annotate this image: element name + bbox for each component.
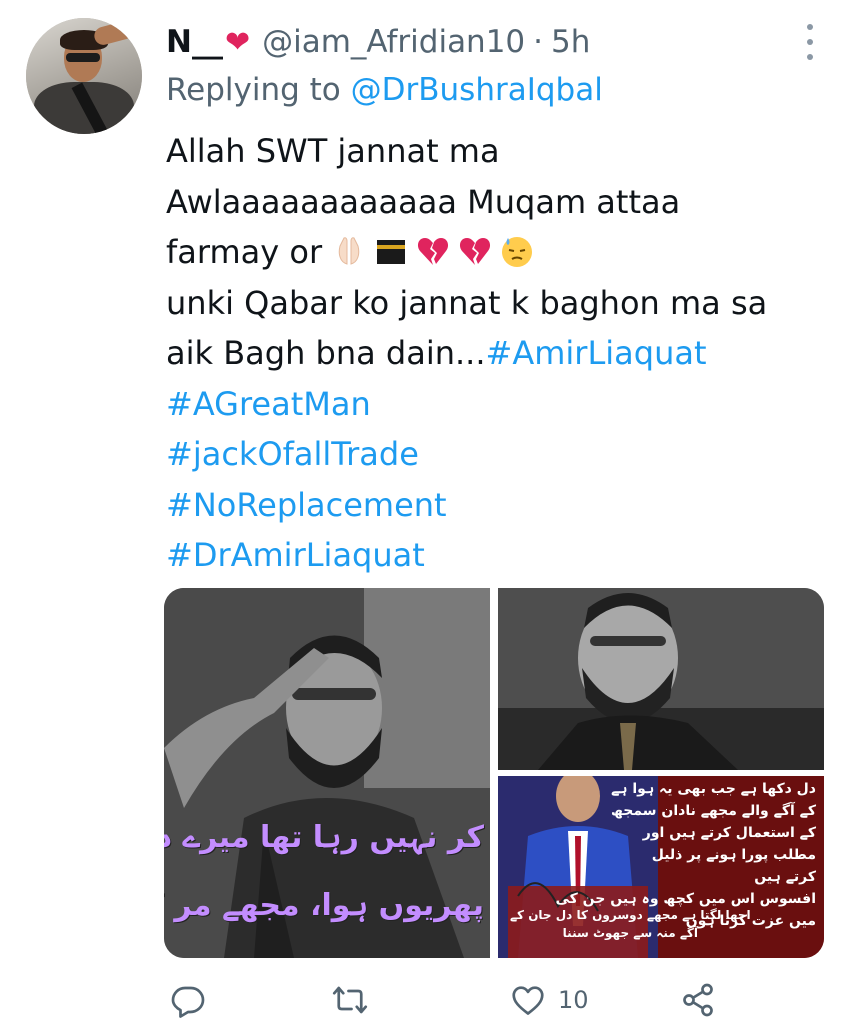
avatar[interactable] [26, 18, 142, 134]
retweet-button[interactable] [332, 978, 368, 1022]
tweet-header: N__ ❤ @iam_Afridian10 · 5h [166, 20, 789, 64]
poster-text-line: کے آگے والے مجھے نادان سمجھ [610, 803, 816, 819]
poster-text-line: اچھا لگتا ہے مجھے دوسروں کا دل جان کے [510, 908, 751, 922]
user-handle[interactable]: @iam_Afridian10 [262, 24, 525, 60]
tweet-text-line: farmay or [166, 227, 806, 278]
image-caption-line: کر نہیں رہا تھا میرے درد کا یہ [164, 820, 484, 855]
tweet-actions: 10 [160, 978, 740, 1022]
poster-text-left: اچھا لگتا ہے مجھے دوسروں کا دل جان کے آگ… [510, 906, 751, 942]
tweet-text: Allah SWT jannat ma Awlaaaaaaaaaaaa Muqa… [166, 126, 806, 581]
tweet-text-line: #jackOfallTrade [166, 429, 806, 480]
hashtag-link[interactable]: #AGreatMan [166, 385, 371, 423]
poster-text-line: کے استعمال کرتے ہیں اور [642, 825, 816, 841]
hashtag-link[interactable]: #AmirLiaquat [486, 334, 707, 372]
kaaba-emoji [377, 240, 406, 264]
poster-text-line: آگے منہ سے جھوٹ سننا [562, 926, 698, 940]
share-button[interactable] [680, 978, 716, 1022]
hashtag-link[interactable]: #jackOfallTrade [166, 435, 419, 473]
share-icon [683, 983, 713, 1017]
broken-heart-emoji [418, 238, 449, 265]
tweet-text-line: unki Qabar ko jannat k baghon ma sa [166, 278, 806, 329]
media-image-2[interactable] [498, 588, 824, 770]
media-image-1[interactable]: کر نہیں رہا تھا میرے درد کا یہ پھریوں ہو… [164, 588, 490, 958]
image-caption-line: پھریوں ہوا، مجھے مر کر دکھانا پڑا [164, 888, 484, 923]
timestamp[interactable]: 5h [551, 24, 590, 60]
tweet-text-line: #NoReplacement [166, 480, 806, 531]
tweet-text-line: Allah SWT jannat ma [166, 126, 806, 177]
separator-dot: · [533, 24, 544, 60]
hashtag-link[interactable]: #NoReplacement [166, 486, 447, 524]
poster-text-line: مطلب پورا ہونے پر ذلیل [651, 847, 816, 863]
portrait-smiling-illustration [498, 588, 824, 770]
broken-heart-emoji [460, 238, 491, 265]
poster-text-line: کرتے ہیں [754, 869, 816, 885]
tweet-text-segment: unki Qabar ko jannat k baghon ma sa [166, 283, 768, 322]
display-name[interactable]: N__ [166, 24, 223, 60]
tweet-text-segment: Allah SWT jannat ma [166, 132, 500, 170]
poster-text-line: دل دکھا ہے جب بھی یہ ہوا ہے [611, 781, 816, 797]
tweet-text-segment: farmay or [166, 233, 323, 271]
media-image-3[interactable]: دل دکھا ہے جب بھی یہ ہوا ہے کے آگے والے … [498, 776, 824, 958]
replying-to-line: Replying to @DrBushraIqbal [166, 72, 603, 108]
heart-emoji: ❤ [224, 24, 251, 60]
avatar-sunglasses [66, 53, 100, 62]
folded-hands-emoji [339, 237, 360, 265]
reply-button[interactable] [170, 978, 206, 1022]
tweet-text-line: #AGreatMan [166, 379, 806, 430]
like-button[interactable]: 10 [510, 978, 589, 1022]
hashtag-link[interactable]: #DrAmirLiaquat [166, 536, 425, 574]
tweet-text-line: aik Bagh bna dain...#AmirLiaquat [166, 328, 806, 379]
more-options-icon[interactable] [803, 24, 817, 60]
retweet-icon [332, 986, 368, 1014]
heart-icon [512, 986, 544, 1015]
replying-to-label: Replying to [166, 72, 341, 108]
tweet-text-line: Awlaaaaaaaaaaaa Muqam attaa [166, 177, 806, 228]
downcast-sweat-emoji [502, 237, 533, 267]
media-grid: کر نہیں رہا تھا میرے درد کا یہ پھریوں ہو… [164, 588, 824, 958]
tweet-text-segment: Awlaaaaaaaaaaaa Muqam attaa [166, 182, 681, 221]
tweet-text-line: #DrAmirLiaquat [166, 530, 806, 581]
like-count: 10 [558, 986, 589, 1014]
tweet-text-segment: aik Bagh bna dain... [166, 334, 486, 372]
reply-icon [171, 986, 205, 1018]
replying-to-mention[interactable]: @DrBushraIqbal [351, 72, 603, 108]
